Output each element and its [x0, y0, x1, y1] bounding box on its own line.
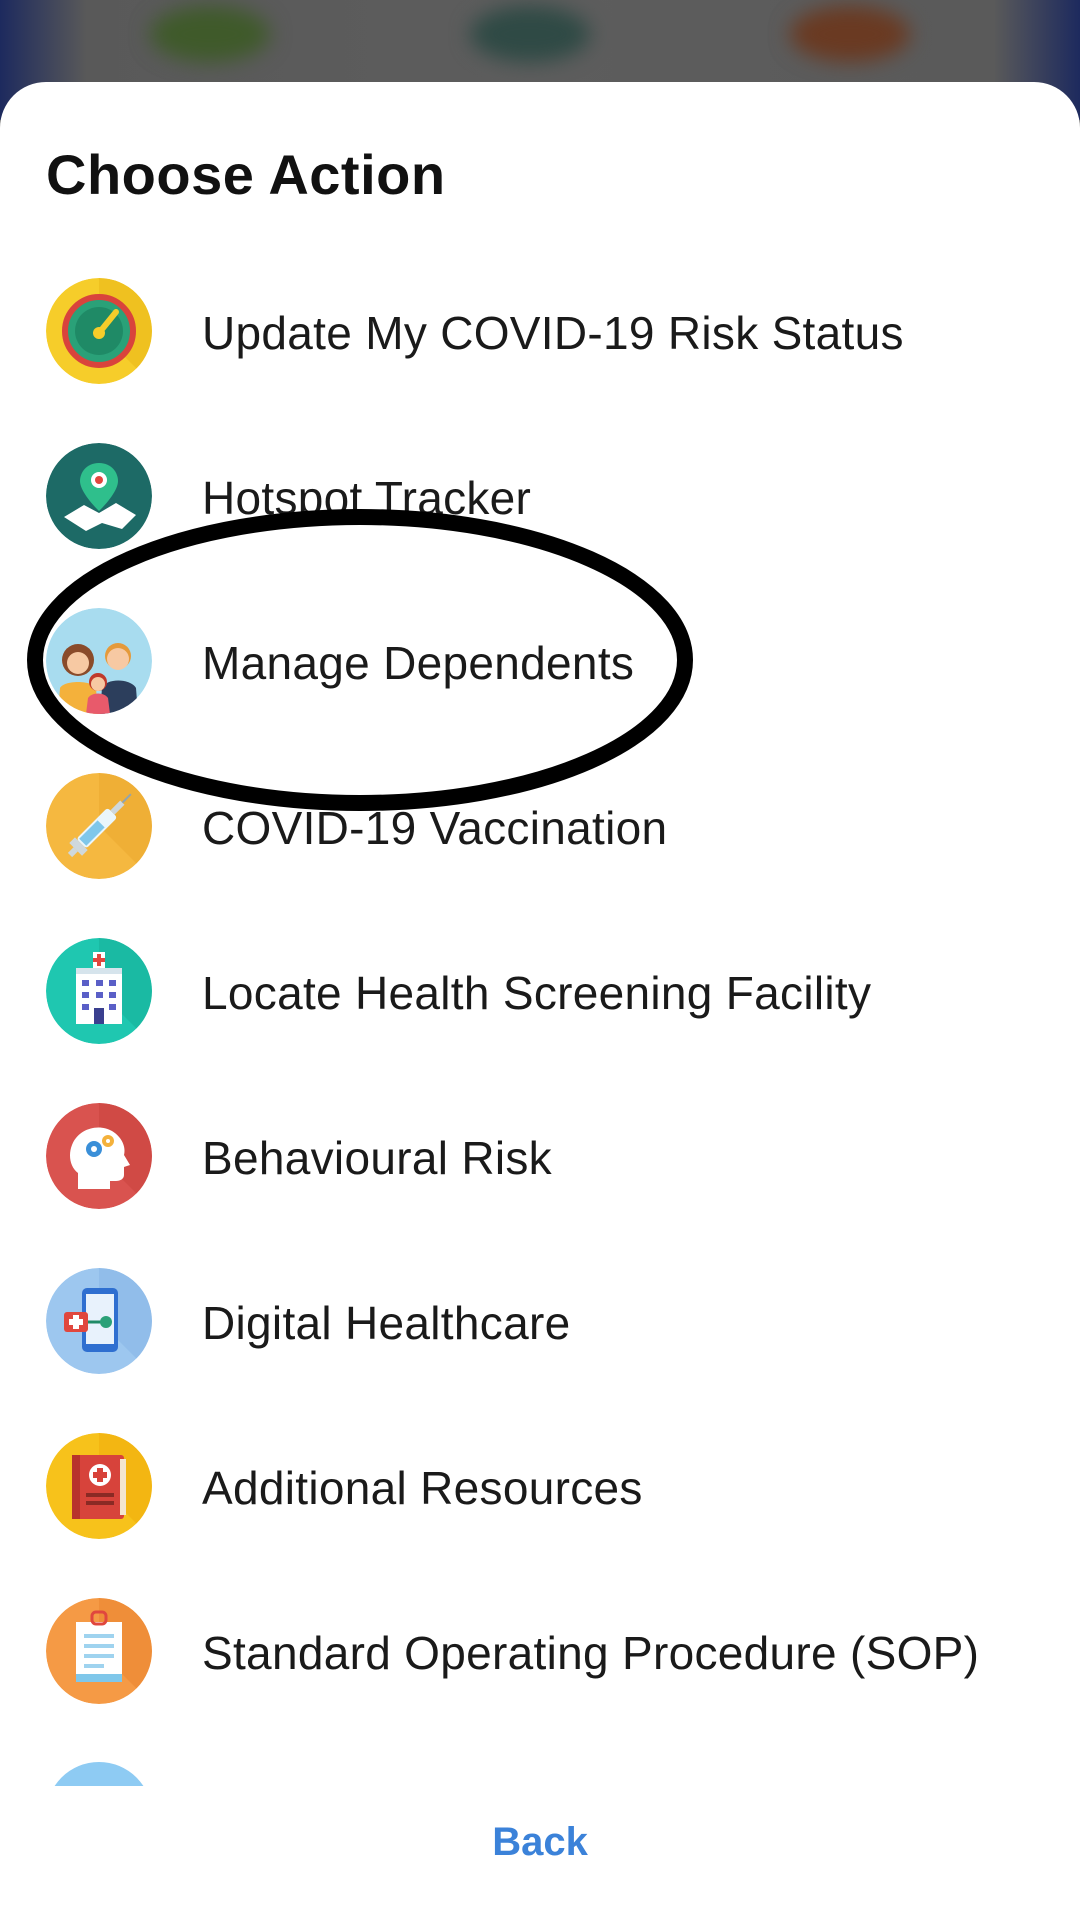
action-item-label: Locate Health Screening Facility [202, 967, 872, 1019]
head-gears-icon [46, 1103, 152, 1209]
action-item-digital-healthcare[interactable]: Digital Healthcare [0, 1256, 1080, 1386]
phone-health-icon [46, 1268, 152, 1374]
action-item-hotspot-tracker[interactable]: Hotspot Tracker [0, 431, 1080, 561]
action-item-behavioural-risk[interactable]: Behavioural Risk [0, 1091, 1080, 1221]
back-button[interactable]: Back [0, 1820, 1080, 1865]
action-item-sop[interactable]: Standard Operating Procedure (SOP) [0, 1586, 1080, 1716]
action-item-label: Additional Resources [202, 1462, 643, 1514]
action-item-update-risk-status[interactable]: Update My COVID-19 Risk Status [0, 266, 1080, 396]
syringe-icon [46, 773, 152, 879]
action-item-label: Manage Dependents [202, 637, 635, 689]
map-pin-icon [46, 443, 152, 549]
medical-book-icon [46, 1433, 152, 1539]
action-item-label: Behavioural Risk [202, 1132, 552, 1184]
action-item-locate-health-facility[interactable]: Locate Health Screening Facility [0, 926, 1080, 1056]
action-item-label: COVID-19 Vaccination [202, 802, 668, 854]
action-item-label: Digital Healthcare [202, 1297, 571, 1349]
hospital-icon [46, 938, 152, 1044]
action-item-additional-resources[interactable]: Additional Resources [0, 1421, 1080, 1551]
action-list: Choose Action Update My COVID-19 Risk St… [0, 0, 1080, 1790]
speedometer-icon [46, 278, 152, 384]
action-item-label: Standard Operating Procedure (SOP) [202, 1627, 980, 1679]
action-item-label: Hotspot Tracker [202, 472, 532, 524]
family-icon [46, 608, 152, 714]
action-item-label: Update My COVID-19 Risk Status [202, 307, 904, 359]
clipboard-icon [46, 1598, 152, 1704]
action-item-manage-dependents[interactable]: Manage Dependents [0, 596, 1080, 726]
sheet-title: Choose Action [46, 143, 446, 206]
action-item-covid-vaccination[interactable]: COVID-19 Vaccination [0, 761, 1080, 891]
